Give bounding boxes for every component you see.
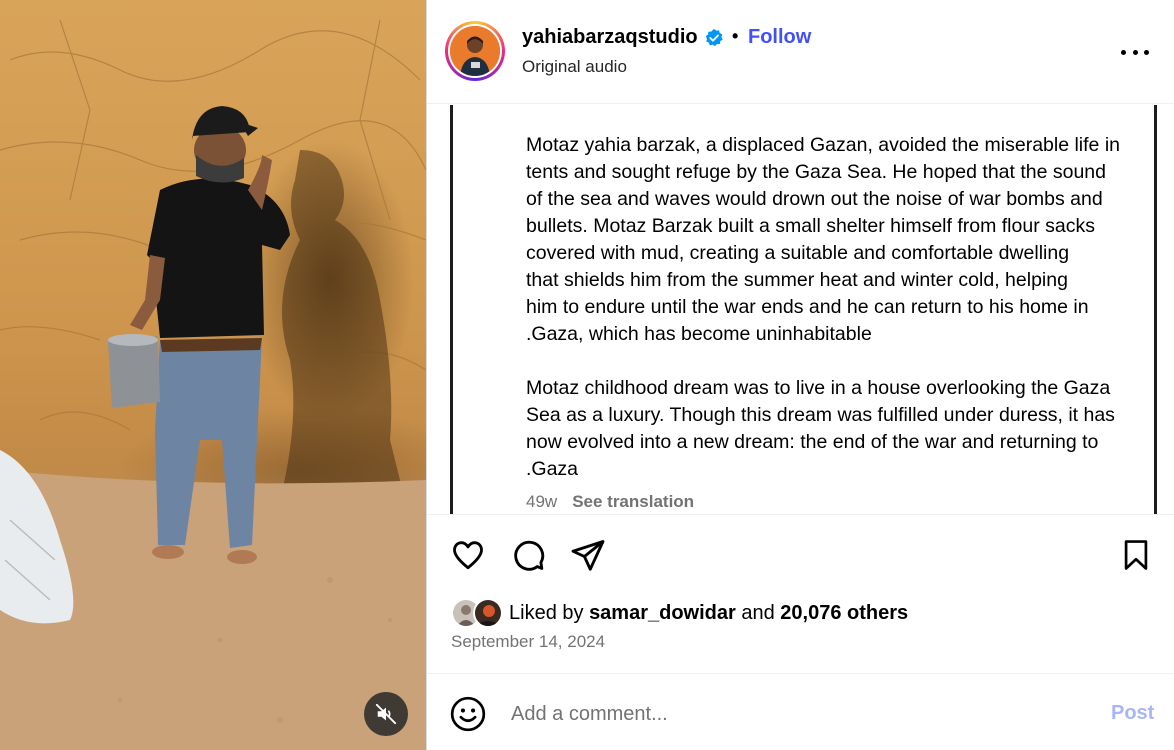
share-button[interactable] [569, 536, 607, 574]
smiley-icon [450, 696, 486, 732]
audio-link[interactable]: Original audio [522, 57, 627, 77]
avatar[interactable] [450, 26, 500, 76]
action-section: Liked by samar_dowidar and 20,076 others… [427, 516, 1174, 674]
username-link[interactable]: yahiabarzaqstudio [522, 26, 698, 49]
comment-button[interactable] [509, 536, 547, 574]
liker-avatar[interactable] [473, 598, 503, 628]
video-frame-illustration [0, 19, 426, 750]
caption-scroll-area[interactable]: Motaz yahia barzak, a displaced Gazan, a… [427, 105, 1174, 515]
post-media-video[interactable] [0, 0, 426, 750]
comment-bubble-icon [514, 540, 545, 571]
story-ring[interactable] [445, 21, 505, 81]
caption-meta: 49w See translation [526, 492, 694, 512]
emoji-button[interactable] [449, 695, 487, 733]
avatar-photo [450, 26, 500, 76]
comment-input[interactable] [511, 699, 1071, 729]
post-date[interactable]: September 14, 2024 [451, 632, 605, 652]
paper-plane-icon [571, 540, 605, 571]
liker-username[interactable]: samar_dowidar [589, 602, 736, 624]
others-link[interactable]: 20,076 others [780, 602, 908, 624]
likes-summary: Liked by samar_dowidar and 20,076 others [451, 596, 908, 630]
more-options-button[interactable] [1121, 40, 1149, 64]
heart-icon [453, 541, 483, 570]
liked-by-text: Liked by samar_dowidar and 20,076 others [509, 601, 909, 624]
post-age[interactable]: 49w [526, 492, 557, 511]
caption-paragraph-2: Motaz childhood dream was to live in a h… [526, 377, 1115, 480]
bookmark-icon [1124, 540, 1148, 570]
comment-bar: Post [427, 675, 1174, 750]
quote-border-left [450, 105, 453, 514]
caption-paragraph-1: Motaz yahia barzak, a displaced Gazan, a… [526, 134, 1120, 345]
caption-text: Motaz yahia barzak, a displaced Gazan, a… [526, 132, 1158, 510]
liker-avatars[interactable] [451, 598, 507, 628]
like-button[interactable] [449, 536, 487, 574]
separator-dot: • [732, 26, 739, 46]
mute-button[interactable] [364, 692, 408, 736]
post-header: yahiabarzaqstudio • Follow Original audi… [427, 0, 1174, 104]
speaker-muted-icon [375, 703, 397, 725]
post-comment-button[interactable]: Post [1111, 702, 1154, 725]
more-horizontal-icon [1121, 49, 1126, 55]
verified-badge-icon [705, 28, 723, 47]
follow-button[interactable]: Follow [748, 26, 811, 49]
see-translation-button[interactable]: See translation [572, 492, 694, 511]
save-button[interactable] [1117, 536, 1155, 574]
